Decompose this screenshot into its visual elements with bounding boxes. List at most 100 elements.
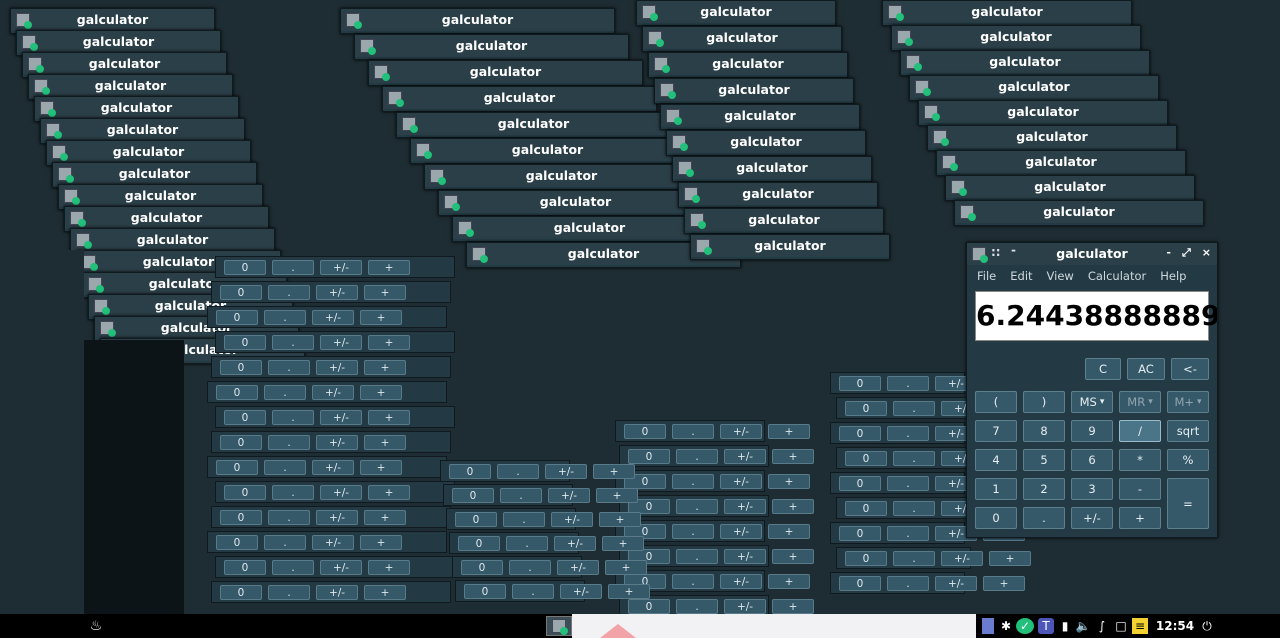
ghost-button: + [364, 585, 406, 600]
digit-5-button[interactable]: 5 [1023, 449, 1065, 471]
window-title: galculator [980, 29, 1052, 44]
ghost-button: 0 [224, 560, 266, 575]
sqrt-button[interactable]: sqrt [1167, 420, 1209, 442]
window-title: galculator [1043, 204, 1115, 219]
ghost-button: . [264, 460, 306, 475]
teams-icon[interactable]: T [1038, 618, 1054, 634]
ghost-button: . [506, 536, 548, 551]
equals-button[interactable]: = [1167, 478, 1209, 529]
button-row-trail: 0.+/-+ [215, 256, 455, 278]
ghost-button: + [989, 551, 1031, 566]
window-title: galculator [82, 34, 155, 49]
maximize-icon[interactable]: ⤢ [1182, 246, 1191, 260]
backspace-button[interactable]: <- [1171, 358, 1209, 380]
ghost-button: +/- [316, 285, 358, 300]
window-title: galculator [724, 108, 796, 123]
decimal-point-button[interactable]: . [1023, 507, 1065, 529]
ghost-button: 0 [839, 526, 881, 541]
digit-4-button[interactable]: 4 [975, 449, 1017, 471]
clear-button[interactable]: C [1085, 358, 1121, 380]
ghost-button: . [887, 576, 929, 591]
ghost-button: +/- [320, 560, 362, 575]
digit-0-button[interactable]: 0 [975, 507, 1017, 529]
ghost-button: 0 [464, 584, 506, 599]
notes-icon[interactable]: ≡ [1132, 618, 1148, 634]
ghost-button: + [364, 435, 406, 450]
power-icon[interactable]: ⏻ [1200, 618, 1214, 634]
ghost-button: 0 [224, 485, 266, 500]
ghost-button: + [368, 335, 410, 350]
memory-recall-button[interactable]: MR ▾ [1119, 391, 1161, 413]
battery-icon[interactable]: ▮ [1060, 618, 1070, 634]
digit-1-button[interactable]: 1 [975, 478, 1017, 500]
subtract-button[interactable]: - [1119, 478, 1161, 500]
window-title: galculator [124, 188, 197, 203]
galculator-window-ghost: galculator [410, 138, 685, 164]
digit-3-button[interactable]: 3 [1071, 478, 1113, 500]
window-titlebar: galculator [397, 113, 670, 135]
ghost-button: 0 [220, 585, 262, 600]
digit-6-button[interactable]: 6 [1071, 449, 1113, 471]
taskbar-task-galculator[interactable] [546, 616, 572, 636]
add-button[interactable]: + [1119, 507, 1161, 529]
digit-2-button[interactable]: 2 [1023, 478, 1065, 500]
button-row-trail: 0.+/-+ [449, 532, 644, 554]
memory-store-button[interactable]: MS ▾ [1071, 391, 1113, 413]
button-row-trail: 0.+/-+ [836, 497, 1031, 519]
digit-8-button[interactable]: 8 [1023, 420, 1065, 442]
paren-open-button[interactable]: ( [975, 391, 1017, 413]
ghost-button: + [772, 449, 814, 464]
chevron-down-icon: ▾ [1197, 397, 1202, 407]
menu-file[interactable]: File [977, 269, 996, 283]
slack-icon[interactable]: ✱ [998, 618, 1014, 634]
menu-view[interactable]: View [1047, 269, 1074, 283]
ghost-button: . [268, 585, 310, 600]
ghost-button: . [893, 451, 935, 466]
ghost-button: +/- [720, 424, 762, 439]
display-icon[interactable]: □ [1114, 618, 1128, 634]
window-title: galculator [748, 212, 820, 227]
digit-7-button[interactable]: 7 [975, 420, 1017, 442]
menu-help[interactable]: Help [1160, 269, 1186, 283]
menu-edit[interactable]: Edit [1010, 269, 1032, 283]
window-titlebar[interactable]: :: - galculator - ⤢ × [967, 243, 1217, 265]
fire-icon[interactable]: ♨ [88, 618, 104, 634]
ghost-button: . [672, 424, 714, 439]
memory-store-label: MS [1079, 395, 1097, 409]
window-title: galculator [1016, 129, 1088, 144]
galculator-window-ghost: galculator [654, 78, 854, 104]
all-clear-button[interactable]: AC [1127, 358, 1165, 380]
result-display: 6.24438888889 [975, 291, 1217, 341]
window-title: galculator [118, 166, 191, 181]
window-title: galculator [1025, 154, 1097, 169]
multiply-button[interactable]: * [1119, 449, 1161, 471]
menu-calculator[interactable]: Calculator [1088, 269, 1146, 283]
negate-button[interactable]: +/- [1071, 507, 1113, 529]
digit-9-button[interactable]: 9 [1071, 420, 1113, 442]
window-title: galculator [718, 82, 790, 97]
document-icon[interactable] [982, 618, 994, 634]
minimize-icon[interactable]: - [1166, 246, 1171, 260]
ghost-button: . [893, 401, 935, 416]
galculator-window-active[interactable]: :: - galculator - ⤢ × File Edit View Cal… [966, 242, 1218, 538]
button-row-trail: 0.+/-+ [452, 556, 647, 578]
check-icon[interactable]: ✓ [1016, 618, 1034, 634]
divide-button[interactable]: / [1119, 420, 1161, 442]
ghost-button: +/- [941, 551, 983, 566]
clock[interactable]: 12:54 [1155, 618, 1195, 634]
paperclip-icon[interactable]: ∫ [1096, 618, 1108, 634]
percent-button[interactable]: % [1167, 449, 1209, 471]
close-icon[interactable]: × [1202, 246, 1211, 260]
memory-add-button[interactable]: M+ ▾ [1167, 391, 1209, 413]
volume-icon[interactable]: 🔈 [1076, 618, 1091, 634]
button-row-trail: 0.+/-+ [215, 406, 455, 428]
window-title: galculator [742, 186, 814, 201]
ghost-button: +/- [554, 536, 596, 551]
galculator-window-ghost: galculator [918, 100, 1168, 126]
window-titlebar: galculator [928, 126, 1176, 148]
button-row-trail: 0.+/-+ [830, 372, 1025, 394]
ghost-button: + [364, 360, 406, 375]
window-title: galculator [106, 122, 179, 137]
paren-close-button[interactable]: ) [1023, 391, 1065, 413]
ghost-button: . [272, 410, 314, 425]
